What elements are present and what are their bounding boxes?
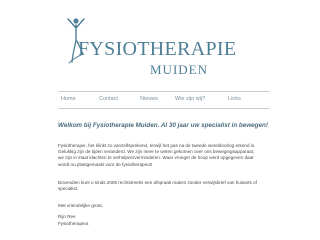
nav-top-divider: [58, 91, 270, 92]
nav-item-contact[interactable]: Contact: [99, 96, 118, 102]
nav-item-home[interactable]: Home: [61, 96, 76, 102]
main-navigation: Home Contact Nieuws Wie zijn wij? Links: [58, 96, 270, 104]
signature-name: Rijn Ree: [58, 214, 76, 219]
nav-item-nieuws[interactable]: Nieuws: [140, 96, 158, 102]
nav-item-links[interactable]: Links: [228, 96, 241, 102]
greeting-text: Met vriendelijke groet,: [58, 203, 103, 208]
logo-subtitle: MUIDEN: [150, 62, 208, 77]
signature-role: Fysiotherapeut: [58, 221, 89, 226]
welcome-headline: Welkom bij Fysiotherapie Muiden. Al 30 j…: [58, 122, 268, 129]
nav-bottom-divider: [58, 108, 270, 109]
referral-paragraph: Bovendien kunt u sinds 2006 rechtstreeks…: [58, 180, 257, 192]
logo-title: FYSIOTHERAPIE: [78, 38, 237, 60]
intro-paragraph: Fysiotherapie, het klinkt zo vanzelfspre…: [58, 143, 256, 167]
nav-item-wie-zijn-wij[interactable]: Wie zijn wij?: [175, 96, 205, 102]
